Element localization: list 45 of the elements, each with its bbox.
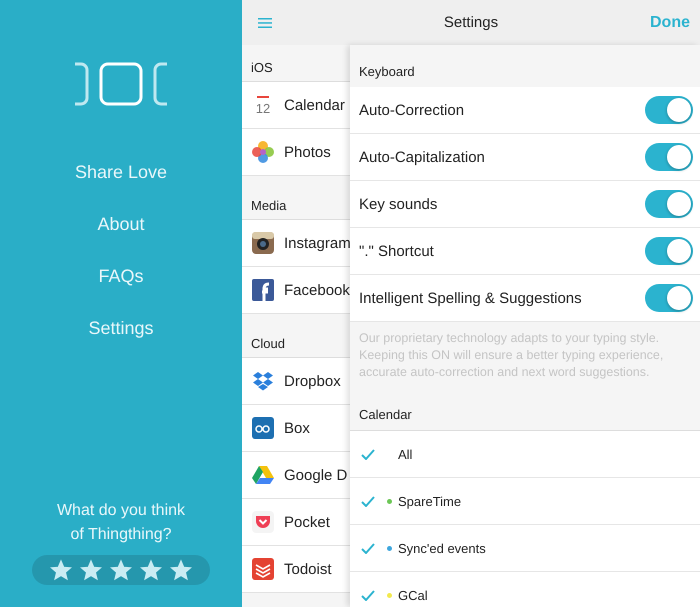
calendar-row[interactable]: SpareTime xyxy=(350,478,700,525)
calendar-row[interactable]: GCal xyxy=(350,572,700,607)
menu-icon[interactable] xyxy=(258,18,272,28)
flower-icon xyxy=(251,140,275,164)
setting-label: Auto-Capitalization xyxy=(359,148,485,166)
toggle-switch[interactable] xyxy=(645,237,693,265)
star-icon[interactable] xyxy=(50,559,72,581)
star-icon[interactable] xyxy=(80,559,102,581)
star-icon[interactable] xyxy=(110,559,132,581)
setting-label: Intelligent Spelling & Suggestions xyxy=(359,290,582,306)
section-header: Media xyxy=(251,198,286,213)
toggle-switch[interactable] xyxy=(645,190,693,218)
pocket-icon xyxy=(251,510,275,534)
section-header: Keyboard xyxy=(359,64,415,79)
source-row[interactable]: Google D xyxy=(242,452,350,499)
stack-icon xyxy=(251,557,275,581)
toggle-switch[interactable] xyxy=(645,284,693,312)
toggle-switch[interactable] xyxy=(645,143,693,171)
section-header: Cloud xyxy=(251,336,285,351)
setting-label: Auto-Correction xyxy=(359,102,464,118)
dropbox-icon xyxy=(251,369,275,393)
source-row[interactable]: Box xyxy=(242,405,350,452)
setting-label: "." Shortcut xyxy=(359,242,434,260)
logo-icon xyxy=(73,62,169,106)
feedback-question: What do you think of Thingthing? xyxy=(56,501,186,545)
star-icon[interactable] xyxy=(140,559,162,581)
source-row[interactable]: Todoist xyxy=(242,546,350,593)
source-row[interactable]: Dropbox xyxy=(242,358,350,405)
rings-tile-icon xyxy=(251,416,275,440)
triangle-icon xyxy=(251,463,275,487)
camera-icon xyxy=(251,231,275,255)
calendar-row[interactable]: All xyxy=(350,431,700,478)
screen-title: Settings xyxy=(444,14,498,31)
source-row[interactable]: Photos xyxy=(242,129,350,176)
source-row[interactable]: Facebook xyxy=(242,267,350,314)
section-header: iOS xyxy=(251,60,273,75)
facebook-icon xyxy=(251,278,275,302)
setting-label: Key sounds xyxy=(359,196,438,212)
calendar-row[interactable]: Sync'ed events xyxy=(350,525,700,572)
source-row[interactable]: Pocket xyxy=(242,499,350,546)
toggle-switch[interactable] xyxy=(645,96,693,124)
section-header: Calendar xyxy=(359,407,412,422)
source-row[interactable]: 12 Calendar xyxy=(242,82,350,129)
star-icon[interactable] xyxy=(170,559,192,581)
source-row[interactable]: Instagram xyxy=(242,220,350,267)
